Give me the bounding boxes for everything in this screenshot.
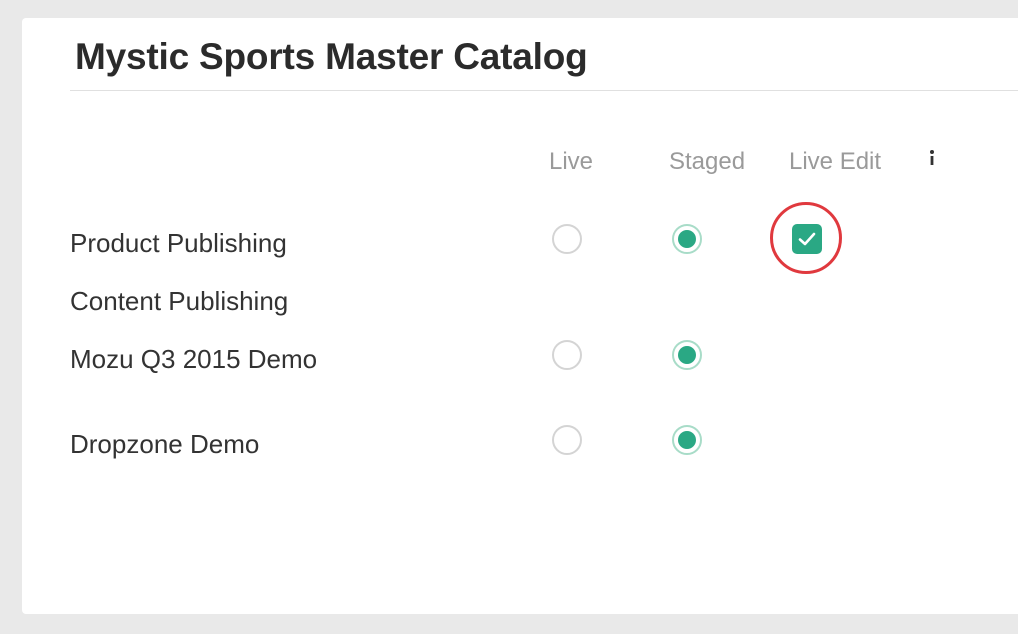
dropzone-demo-live-radio[interactable] [552,425,582,455]
title-divider [70,90,1018,91]
row-label-product-publishing: Product Publishing [70,228,287,258]
dropzone-demo-staged-radio[interactable] [672,425,702,455]
mozu-demo-live-radio[interactable] [552,340,582,370]
checkmark-icon [798,232,816,246]
product-publishing-live-edit-checkbox[interactable] [792,224,822,254]
column-header-live-edit: Live Edit [789,148,882,175]
mozu-demo-staged-radio[interactable] [672,340,702,370]
column-header-live: Live [549,148,594,175]
row-label-content-publishing: Content Publishing [70,286,289,316]
product-publishing-staged-radio[interactable] [672,224,702,254]
row-label-dropzone-demo: Dropzone Demo [70,429,260,459]
info-icon[interactable] [925,148,939,168]
product-publishing-live-radio[interactable] [552,224,582,254]
row-label-mozu-q3-2015-demo: Mozu Q3 2015 Demo [70,344,318,374]
column-header-staged: Staged [669,148,746,175]
page-title: Mystic Sports Master Catalog [75,36,588,77]
catalog-panel: Mystic Sports Master Catalog Live Staged… [22,18,1018,614]
